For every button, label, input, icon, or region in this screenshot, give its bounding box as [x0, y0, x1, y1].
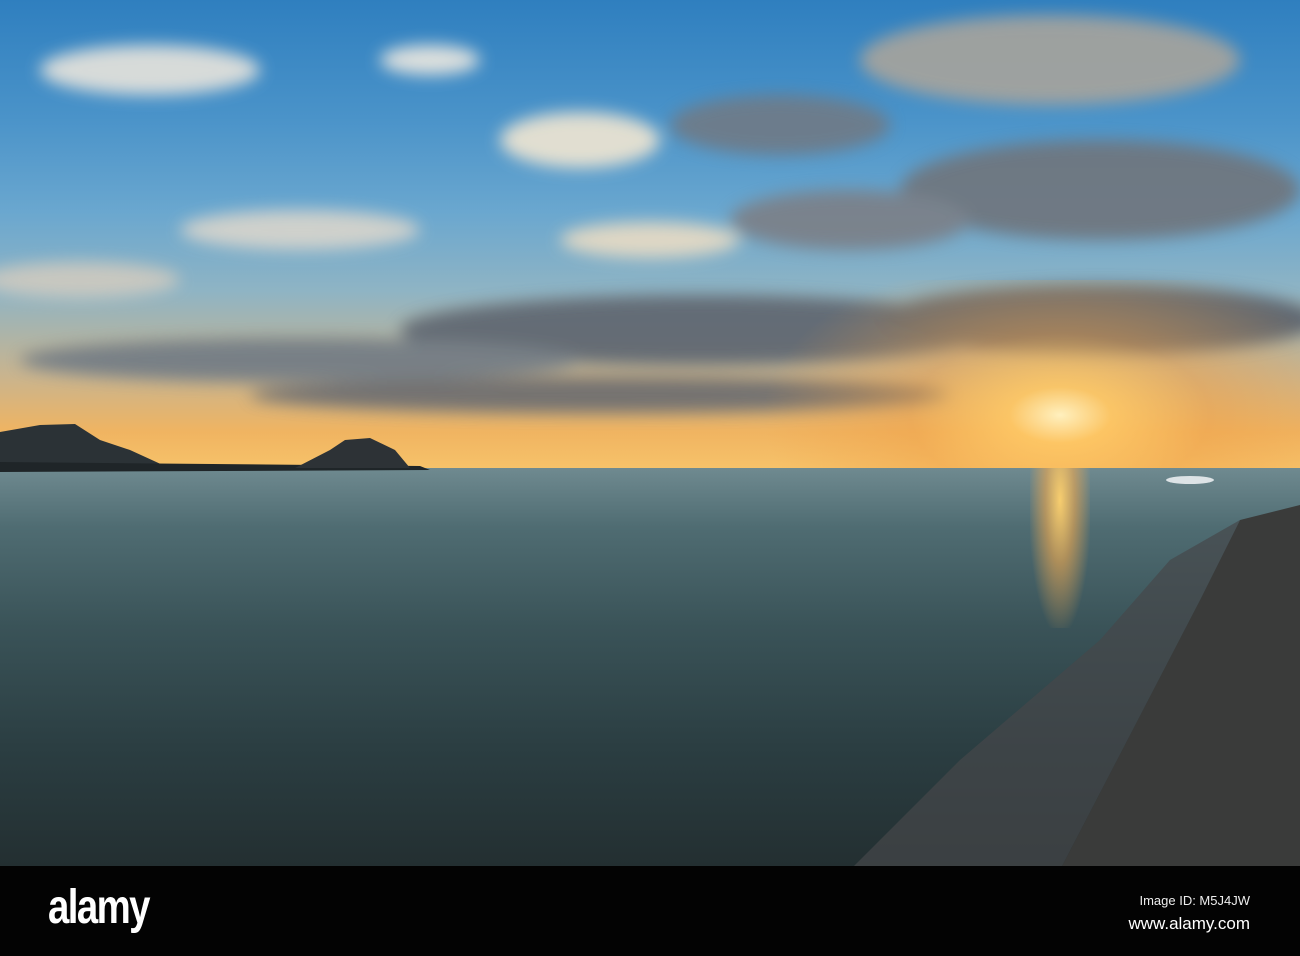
- boat: [1166, 476, 1214, 484]
- watermark-bar: [0, 866, 1300, 956]
- alamy-logo: alamy: [48, 881, 150, 934]
- sunset-beach-photo: [0, 0, 1300, 866]
- image-id: Image ID: M5J4JW: [1139, 893, 1250, 908]
- landscape-silhouettes: [0, 424, 1300, 866]
- website-link: www.alamy.com: [1128, 914, 1250, 933]
- mountain-le-morne: [295, 438, 410, 468]
- stock-photo: alamy Image ID: M5J4JW www.alamy.com: [0, 0, 1300, 956]
